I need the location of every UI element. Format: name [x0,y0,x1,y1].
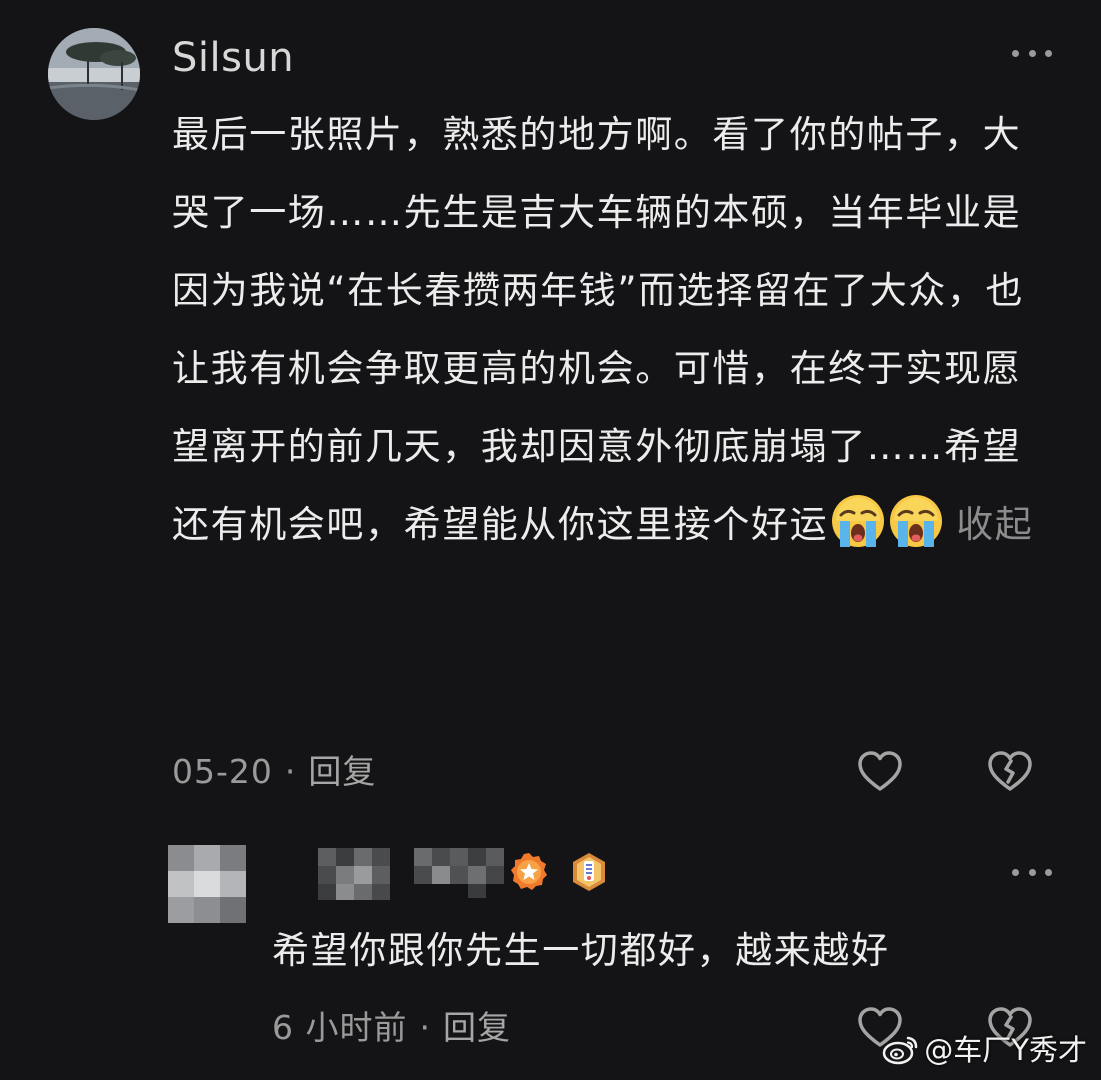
more-options-icon[interactable] [1012,862,1052,882]
reply-time: 6 小时前 [272,1008,408,1047]
collapse-link[interactable]: 收起 [956,503,1033,546]
comment-date: 05-20 [172,752,273,791]
more-options-icon[interactable] [1012,43,1052,63]
reply-text: 希望你跟你先生一切都好，越来越好 [272,929,890,972]
reply-button[interactable]: 回复 [308,752,376,791]
reply-username-blurred[interactable] [318,844,508,904]
heart-outline-icon[interactable] [856,748,904,796]
reply-button[interactable]: 回复 [443,1008,511,1047]
orange-star-badge-icon [511,853,547,890]
weibo-logo-icon [883,1036,918,1065]
comment-username[interactable]: Silsun [172,32,294,84]
reply-meta: 6 小时前 · 回复 [272,1006,511,1050]
watermark: @车厂Y秀才 [882,1030,1087,1070]
comment-text: 最后一张照片，熟悉的地方啊。看了你的帖子，大哭了一场……先生是吉大车辆的本硕，当… [172,113,1025,546]
medal-badge-icon [573,853,605,891]
watermark-text: @车厂Y秀才 [924,1033,1087,1067]
reply-avatar-blurred[interactable] [168,845,246,923]
meta-separator: · [419,1008,431,1047]
loudly-crying-face-icon [890,495,943,547]
user-avatar[interactable] [48,28,140,120]
comment-meta: 05-20 · 回复 [172,750,376,794]
comment-body: 最后一张照片，熟悉的地方啊。看了你的帖子，大哭了一场……先生是吉大车辆的本硕，当… [172,96,1052,564]
broken-heart-icon[interactable] [986,748,1034,796]
loudly-crying-face-icon [832,495,885,547]
meta-separator: · [284,752,297,791]
